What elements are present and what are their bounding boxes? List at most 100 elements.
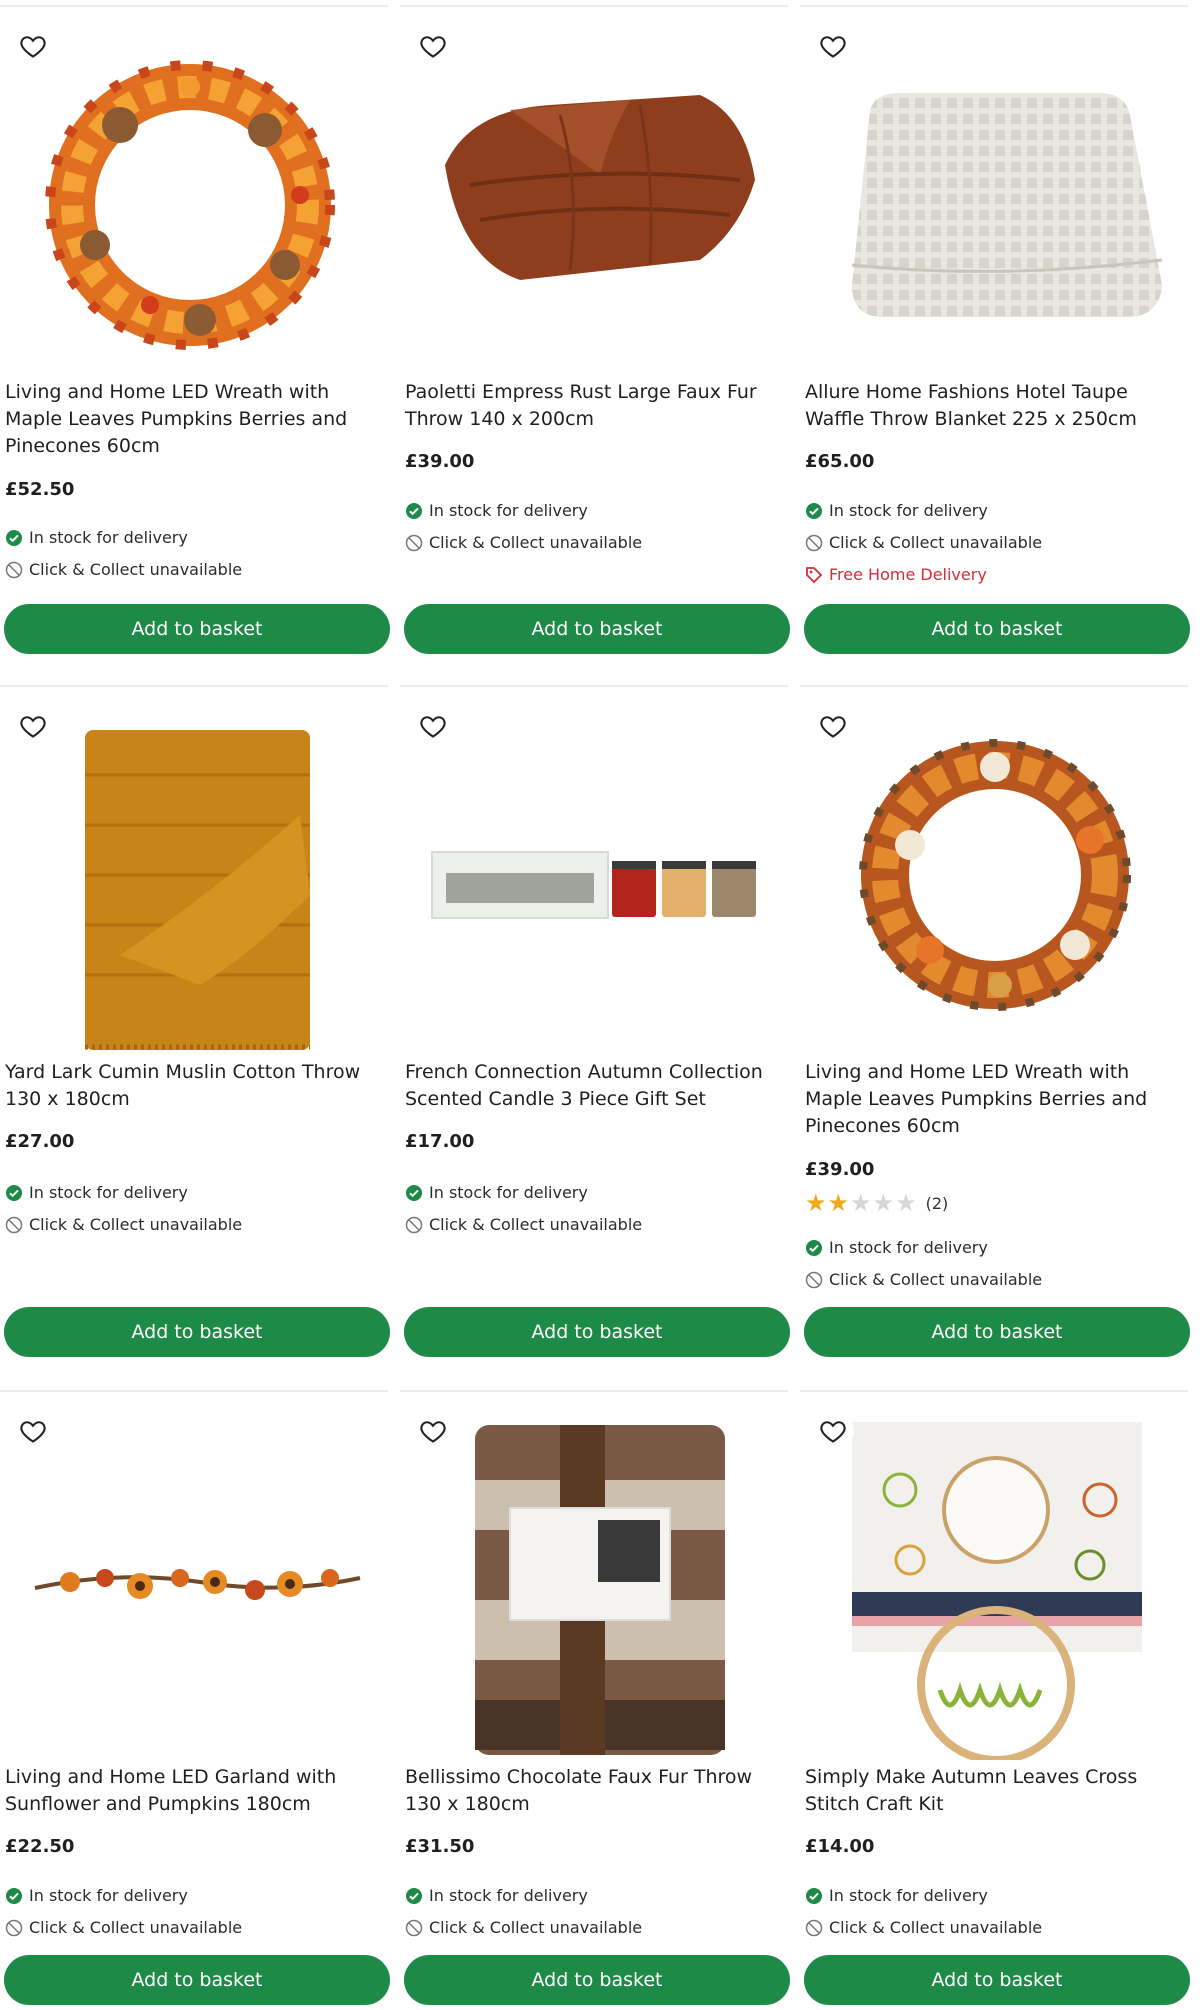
collect-status-text: Click & Collect unavailable	[429, 1215, 643, 1234]
product-image[interactable]	[0, 695, 388, 1055]
product-title[interactable]: Simply Make Autumn Leaves Cross Stitch C…	[805, 1764, 1185, 1818]
heart-outline-icon	[20, 1421, 46, 1443]
check-circle-icon	[5, 529, 23, 547]
delivery-status-text: In stock for delivery	[829, 1238, 988, 1257]
product-image[interactable]	[400, 695, 788, 1055]
collect-status: Click & Collect unavailable	[405, 533, 642, 552]
product-title[interactable]: French Connection Autumn Collection Scen…	[405, 1059, 785, 1113]
product-card: Paoletti Empress Rust Large Faux Fur Thr…	[400, 5, 790, 662]
delivery-status-text: In stock for delivery	[429, 501, 588, 520]
product-card: Living and Home LED Garland with Sunflow…	[0, 1390, 390, 2007]
wishlist-button[interactable]	[12, 25, 54, 67]
collect-status: Click & Collect unavailable	[805, 1918, 1042, 1937]
product-title[interactable]: Living and Home LED Wreath with Maple Le…	[5, 379, 385, 460]
collect-status-text: Click & Collect unavailable	[29, 1215, 243, 1234]
wishlist-button[interactable]	[812, 705, 854, 747]
check-circle-icon	[805, 1239, 823, 1257]
wishlist-button[interactable]	[12, 1410, 54, 1452]
no-entry-icon	[405, 534, 423, 552]
delivery-status: In stock for delivery	[405, 1886, 588, 1905]
wishlist-button[interactable]	[812, 1410, 854, 1452]
product-card: French Connection Autumn Collection Scen…	[400, 685, 790, 1377]
product-title[interactable]: Bellissimo Chocolate Faux Fur Throw 130 …	[405, 1764, 785, 1818]
delivery-status: In stock for delivery	[805, 1886, 988, 1905]
check-circle-icon	[405, 1887, 423, 1905]
add-to-basket-button[interactable]: Add to basket	[404, 1955, 790, 2005]
delivery-status: In stock for delivery	[805, 501, 988, 520]
heart-outline-icon	[420, 1421, 446, 1443]
wishlist-button[interactable]	[412, 1410, 454, 1452]
heart-outline-icon	[820, 36, 846, 58]
promo-text: Free Home Delivery	[829, 565, 987, 584]
delivery-status: In stock for delivery	[5, 1886, 188, 1905]
add-to-basket-button[interactable]: Add to basket	[404, 604, 790, 654]
add-to-basket-button[interactable]: Add to basket	[804, 604, 1190, 654]
product-card: Bellissimo Chocolate Faux Fur Throw 130 …	[400, 1390, 790, 2007]
check-circle-icon	[5, 1887, 23, 1905]
star-filled-icon: ★	[805, 1189, 827, 1217]
star-rating[interactable]: ★ ★ ★ ★ ★ (2)	[805, 1191, 948, 1215]
product-image[interactable]	[800, 695, 1188, 1055]
product-price: £22.50	[5, 1836, 75, 1857]
no-entry-icon	[405, 1919, 423, 1937]
product-title[interactable]: Living and Home LED Wreath with Maple Le…	[805, 1059, 1185, 1140]
collect-status-text: Click & Collect unavailable	[429, 533, 643, 552]
heart-outline-icon	[20, 36, 46, 58]
delivery-status-text: In stock for delivery	[829, 1886, 988, 1905]
product-card: Simply Make Autumn Leaves Cross Stitch C…	[800, 1390, 1190, 2007]
product-image[interactable]	[800, 1400, 1188, 1764]
product-title[interactable]: Paoletti Empress Rust Large Faux Fur Thr…	[405, 379, 785, 433]
product-title[interactable]: Yard Lark Cumin Muslin Cotton Throw 130 …	[5, 1059, 385, 1113]
heart-outline-icon	[420, 36, 446, 58]
star-empty-icon: ★	[872, 1189, 895, 1217]
check-circle-icon	[405, 502, 423, 520]
collect-status-text: Click & Collect unavailable	[429, 1918, 643, 1937]
collect-status-text: Click & Collect unavailable	[829, 1918, 1043, 1937]
product-price: £39.00	[405, 451, 475, 472]
collect-status: Click & Collect unavailable	[5, 1215, 242, 1234]
collect-status: Click & Collect unavailable	[405, 1215, 642, 1234]
product-price: £39.00	[805, 1159, 875, 1180]
product-card: Allure Home Fashions Hotel Taupe Waffle …	[800, 5, 1190, 662]
product-image[interactable]	[400, 15, 788, 375]
product-card: Living and Home LED Wreath with Maple Le…	[800, 685, 1190, 1377]
add-to-basket-button[interactable]: Add to basket	[4, 1307, 390, 1357]
promo-badge: Free Home Delivery	[805, 565, 987, 584]
delivery-status-text: In stock for delivery	[29, 528, 188, 547]
wishlist-button[interactable]	[12, 705, 54, 747]
product-image[interactable]	[0, 15, 388, 375]
check-circle-icon	[805, 1887, 823, 1905]
delivery-status: In stock for delivery	[405, 501, 588, 520]
no-entry-icon	[805, 534, 823, 552]
no-entry-icon	[405, 1216, 423, 1234]
delivery-status-text: In stock for delivery	[429, 1183, 588, 1202]
collect-status-text: Click & Collect unavailable	[829, 533, 1043, 552]
no-entry-icon	[805, 1271, 823, 1289]
product-price: £17.00	[405, 1131, 475, 1152]
add-to-basket-button[interactable]: Add to basket	[404, 1307, 790, 1357]
product-title[interactable]: Living and Home LED Garland with Sunflow…	[5, 1764, 385, 1818]
collect-status: Click & Collect unavailable	[5, 560, 242, 579]
no-entry-icon	[5, 1216, 23, 1234]
delivery-status: In stock for delivery	[5, 1183, 188, 1202]
product-image[interactable]	[400, 1400, 788, 1760]
heart-outline-icon	[820, 1421, 846, 1443]
product-image[interactable]	[800, 15, 1188, 375]
wishlist-button[interactable]	[412, 25, 454, 67]
no-entry-icon	[5, 1919, 23, 1937]
delivery-status-text: In stock for delivery	[429, 1886, 588, 1905]
wishlist-button[interactable]	[412, 705, 454, 747]
delivery-status-text: In stock for delivery	[829, 501, 988, 520]
check-circle-icon	[805, 502, 823, 520]
add-to-basket-button[interactable]: Add to basket	[4, 604, 390, 654]
add-to-basket-button[interactable]: Add to basket	[804, 1955, 1190, 2005]
product-image[interactable]	[0, 1400, 388, 1760]
collect-status-text: Click & Collect unavailable	[29, 1918, 243, 1937]
tag-icon	[805, 566, 823, 584]
add-to-basket-button[interactable]: Add to basket	[804, 1307, 1190, 1357]
wishlist-button[interactable]	[812, 25, 854, 67]
product-price: £65.00	[805, 451, 875, 472]
product-title[interactable]: Allure Home Fashions Hotel Taupe Waffle …	[805, 379, 1185, 433]
collect-status: Click & Collect unavailable	[5, 1918, 242, 1937]
add-to-basket-button[interactable]: Add to basket	[4, 1955, 390, 2005]
